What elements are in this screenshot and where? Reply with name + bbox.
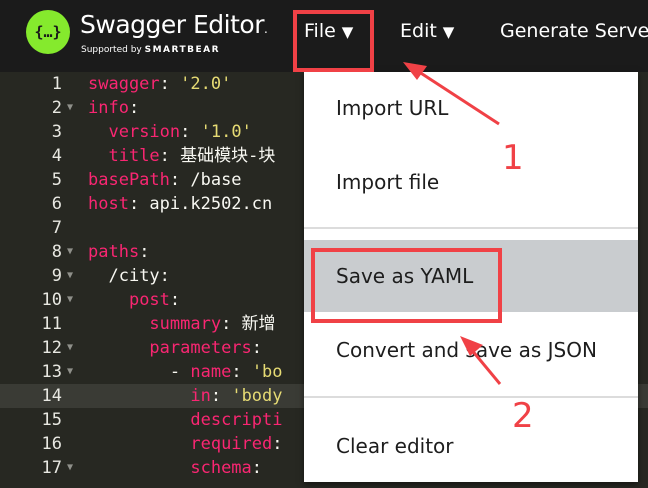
annotation-arrows [403, 62, 502, 385]
step-number-1: 1 [502, 138, 524, 178]
step-number-2: 2 [512, 396, 534, 436]
arrow-icon [460, 336, 502, 385]
arrow-icon [403, 62, 500, 126]
